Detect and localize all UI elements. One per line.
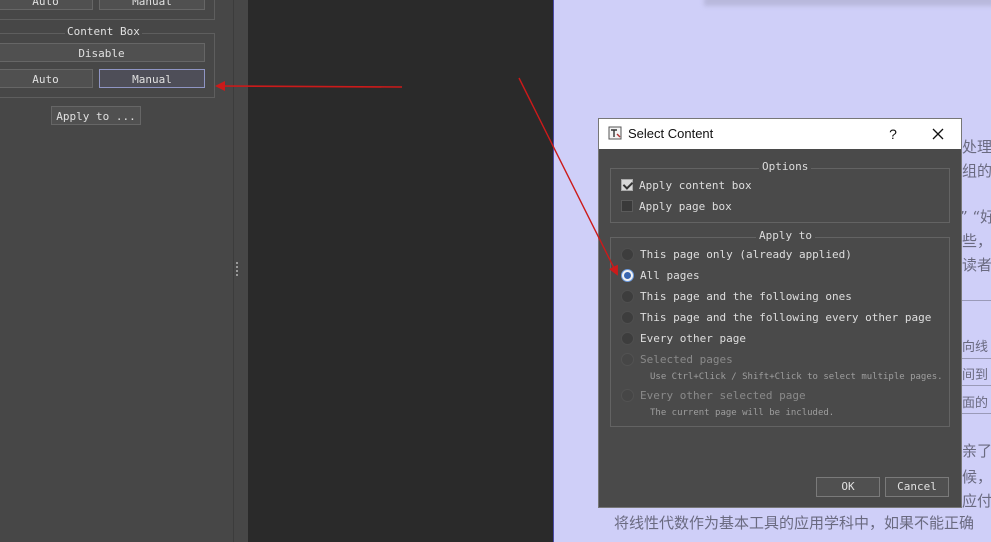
dialog-titlebar[interactable]: Select Content ? xyxy=(599,119,961,149)
doc-text: 处理 xyxy=(962,138,991,156)
radio-label: Every other page xyxy=(640,331,746,345)
radio-disabled-icon xyxy=(621,388,634,402)
doc-text: 候， xyxy=(962,468,991,486)
close-icon xyxy=(932,128,944,140)
select-content-dialog: Select Content ? Options Apply content b… xyxy=(598,118,962,508)
radio-following-every-other[interactable]: This page and the following every other … xyxy=(621,308,931,326)
doc-text: 向线 xyxy=(962,340,989,355)
radio-label: All pages xyxy=(640,268,700,282)
radio-every-other-selected: Every other selected page xyxy=(621,386,806,404)
doc-text: 读者 xyxy=(962,256,991,274)
app-icon xyxy=(608,126,622,140)
apply-content-box-label: Apply content box xyxy=(639,178,752,192)
radio-icon[interactable] xyxy=(621,289,634,303)
options-title: Options xyxy=(759,160,812,173)
radio-icon[interactable] xyxy=(621,310,634,324)
selected-pages-hint: Use Ctrl+Click / Shift+Click to select m… xyxy=(650,372,943,382)
doc-text: 组的 xyxy=(962,162,991,180)
checkbox-checked-icon[interactable] xyxy=(621,179,633,191)
manual-button[interactable]: Manual xyxy=(99,69,205,88)
radio-label: This page only (already applied) xyxy=(640,247,852,261)
doc-text: ” “好 xyxy=(960,208,991,226)
dialog-title: Select Content xyxy=(628,126,714,141)
radio-label: Every other selected page xyxy=(640,388,806,402)
top-manual-button[interactable]: Manual xyxy=(99,0,205,10)
doc-text: 将线性代数作为基本工具的应用学科中，如果不能正确 xyxy=(614,514,975,532)
radio-label: This page and the following every other … xyxy=(640,310,932,324)
ok-button[interactable]: OK xyxy=(816,477,880,497)
doc-text: 应付 xyxy=(962,492,991,510)
radio-every-other-page[interactable]: Every other page xyxy=(621,329,746,347)
cancel-button[interactable]: Cancel xyxy=(885,477,949,497)
checkbox-unchecked-icon[interactable] xyxy=(621,200,633,212)
disable-button[interactable]: Disable xyxy=(0,43,205,62)
splitter-grip-icon[interactable] xyxy=(236,262,238,278)
radio-selected-pages: Selected pages xyxy=(621,350,733,368)
radio-selected-icon[interactable] xyxy=(621,268,634,282)
help-button[interactable]: ? xyxy=(882,124,904,144)
radio-following-pages[interactable]: This page and the following ones xyxy=(621,287,852,305)
radio-all-pages[interactable]: All pages xyxy=(621,266,700,284)
radio-icon[interactable] xyxy=(621,247,634,261)
doc-text: 间到 xyxy=(962,368,989,383)
page-heading-blur xyxy=(704,0,991,6)
radio-icon[interactable] xyxy=(621,331,634,345)
radio-label: Selected pages xyxy=(640,352,733,366)
top-auto-button[interactable]: Auto xyxy=(0,0,93,10)
radio-label: This page and the following ones xyxy=(640,289,852,303)
doc-text: 些， xyxy=(962,232,991,250)
doc-text: 面的 xyxy=(962,396,989,411)
empty-panel xyxy=(248,0,553,542)
apply-to-button[interactable]: Apply to ... xyxy=(51,106,141,125)
doc-text: 亲了 xyxy=(962,442,991,460)
apply-content-box-checkbox[interactable]: Apply content box xyxy=(621,176,752,194)
radio-this-page-only[interactable]: This page only (already applied) xyxy=(621,245,852,263)
every-other-selected-hint: The current page will be included. xyxy=(650,408,835,418)
apply-to-title: Apply to xyxy=(756,229,815,242)
left-sidebar: Auto Manual Content Box Disable Auto Man… xyxy=(0,0,234,542)
radio-disabled-icon xyxy=(621,352,634,366)
close-button[interactable] xyxy=(926,124,950,144)
auto-button[interactable]: Auto xyxy=(0,69,93,88)
content-box-title: Content Box xyxy=(65,25,142,38)
apply-page-box-label: Apply page box xyxy=(639,199,732,213)
apply-page-box-checkbox[interactable]: Apply page box xyxy=(621,197,732,215)
